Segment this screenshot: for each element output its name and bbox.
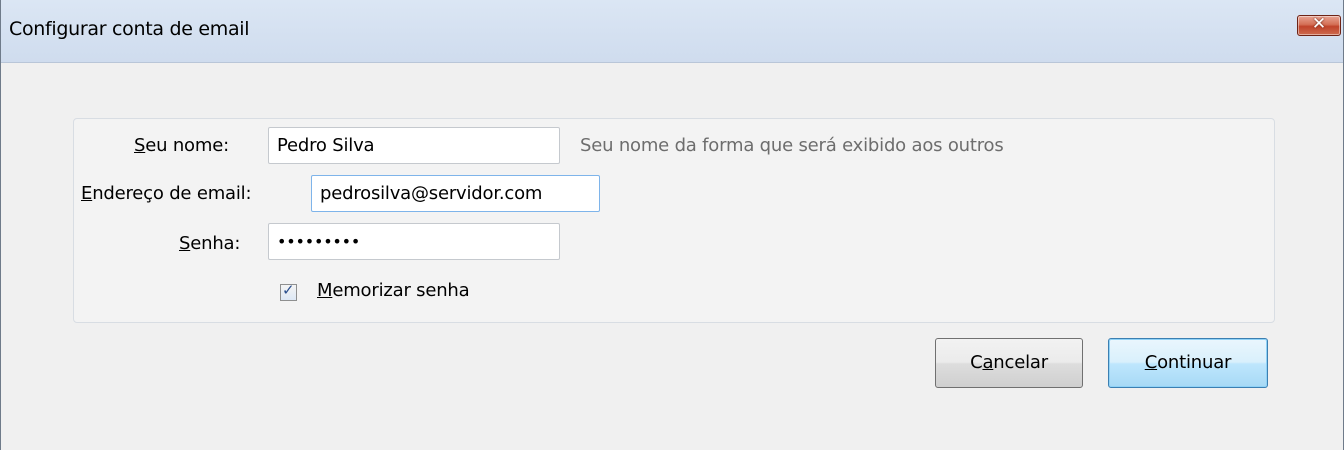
cancel-button[interactable]: Cancelar bbox=[935, 338, 1083, 388]
name-input[interactable]: Pedro Silva bbox=[268, 127, 560, 164]
checkmark-icon: ✓ bbox=[282, 281, 295, 299]
password-input[interactable]: ••••••••• bbox=[268, 223, 560, 260]
dialog-body: Seu nome: Pedro Silva Seu nome da forma … bbox=[1, 63, 1343, 450]
password-label: Senha: bbox=[179, 233, 241, 254]
window-title: Configurar conta de email bbox=[9, 18, 250, 40]
title-bar[interactable]: Configurar conta de email ✕ bbox=[1, 0, 1343, 63]
dialog-window: Configurar conta de email ✕ Seu nome: Pe… bbox=[0, 0, 1344, 450]
remember-password-checkbox[interactable]: ✓ bbox=[280, 281, 297, 301]
close-button[interactable]: ✕ bbox=[1297, 14, 1341, 36]
remember-password-label[interactable]: Memorizar senha bbox=[317, 280, 470, 301]
email-label: Endereço de email: bbox=[81, 183, 252, 204]
close-icon: ✕ bbox=[1311, 14, 1327, 34]
name-label: Seu nome: bbox=[134, 135, 229, 156]
name-hint: Seu nome da forma que será exibido aos o… bbox=[580, 135, 1004, 156]
continue-button[interactable]: Continuar bbox=[1108, 338, 1268, 388]
email-input[interactable]: pedrosilva@servidor.com bbox=[311, 175, 600, 212]
